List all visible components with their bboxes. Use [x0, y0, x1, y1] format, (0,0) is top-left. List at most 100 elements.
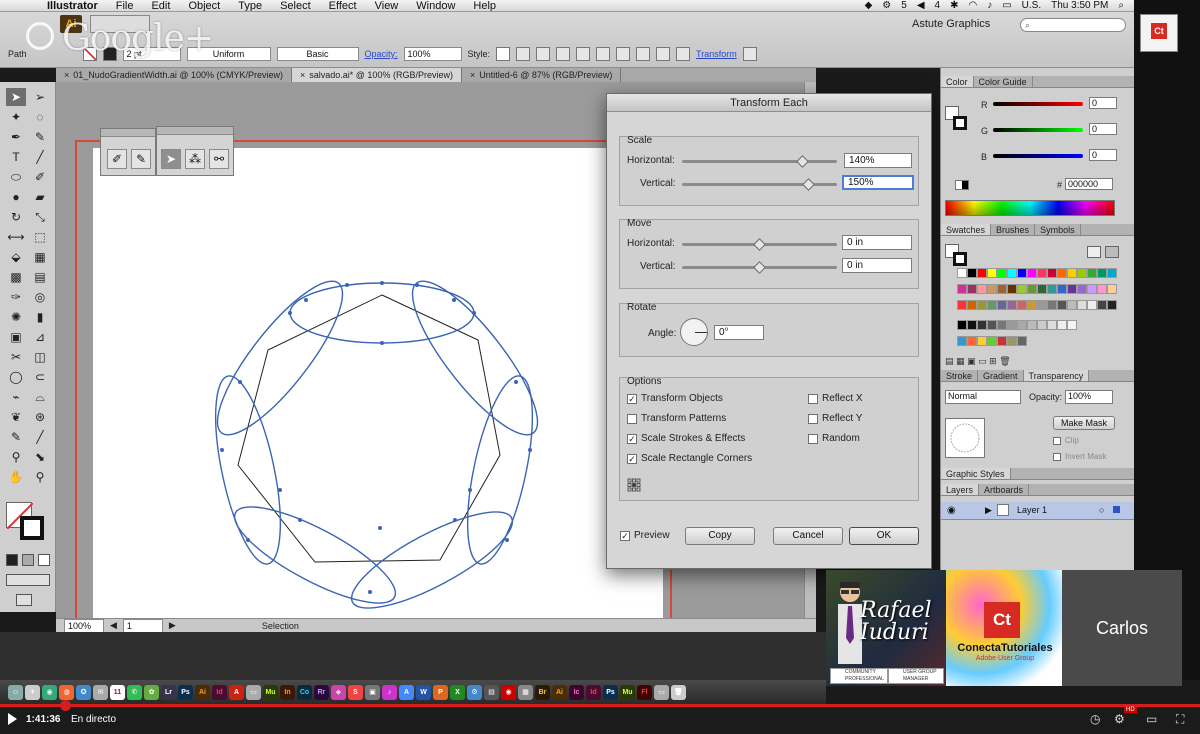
swatch[interactable] — [1087, 268, 1097, 278]
grid-view-icon[interactable] — [1105, 246, 1119, 258]
tab-brushes[interactable]: Brushes — [991, 224, 1036, 235]
swatch[interactable] — [1007, 336, 1017, 346]
dock-trash-icon[interactable]: 🗑 — [671, 684, 686, 700]
copy-button[interactable]: Copy — [685, 527, 755, 545]
dock-firefox-icon[interactable]: ◍ — [59, 684, 74, 700]
dock-excel-icon[interactable]: X — [450, 684, 465, 700]
dock-appstore-icon[interactable]: A — [399, 684, 414, 700]
swatch[interactable] — [1067, 268, 1077, 278]
swatch[interactable] — [977, 284, 987, 294]
brush-icon[interactable]: ✎ — [131, 149, 151, 169]
swatch[interactable] — [1027, 320, 1037, 330]
perspective-tool-icon[interactable]: ▦ — [30, 248, 50, 266]
play-icon[interactable] — [8, 713, 17, 725]
type-tool-icon[interactable]: T — [6, 148, 26, 166]
locale-label[interactable]: U.S. — [1022, 0, 1041, 11]
dock-launchpad-icon[interactable]: ✈ — [25, 684, 40, 700]
selection-indicator[interactable] — [1113, 506, 1120, 513]
swatch[interactable] — [1107, 284, 1117, 294]
ellipse-ring[interactable] — [210, 270, 550, 610]
black-white-icon[interactable] — [955, 180, 969, 190]
current-tool-label[interactable]: Selection — [262, 621, 299, 631]
swatch[interactable] — [977, 300, 987, 310]
lasso-tool-icon[interactable]: ◌ — [30, 108, 50, 126]
swatch[interactable] — [1077, 284, 1087, 294]
swatch[interactable] — [987, 268, 997, 278]
style-swatch[interactable] — [496, 47, 511, 61]
menu-type[interactable]: Type — [229, 0, 271, 11]
pen-tool-icon[interactable]: ✒ — [6, 128, 26, 146]
swatch[interactable] — [987, 300, 997, 310]
preview-checkbox[interactable]: ✓ Preview — [620, 530, 670, 541]
isolate-icon[interactable] — [742, 47, 757, 61]
reference-point-icon[interactable] — [627, 478, 641, 492]
heptagon-path[interactable] — [237, 294, 501, 563]
dock-illustrator-icon[interactable]: Ai — [195, 684, 210, 700]
color-mode-button[interactable] — [6, 554, 18, 566]
group-circles-icon[interactable]: ⁂ — [185, 149, 205, 169]
invert-mask-checkbox[interactable]: Invert Mask — [1053, 452, 1106, 461]
eyedropper-tool-icon[interactable]: ✑ — [6, 288, 26, 306]
brush-tool-icon[interactable]: ✐ — [30, 168, 50, 186]
align-left-icon[interactable] — [536, 47, 551, 61]
tab-symbols[interactable]: Symbols — [1035, 224, 1081, 235]
swatch[interactable] — [1027, 268, 1037, 278]
align-top-icon[interactable] — [596, 47, 611, 61]
move-horizontal-thumb[interactable] — [752, 238, 766, 251]
swatch[interactable] — [977, 336, 987, 346]
astute-tool5-icon[interactable]: ⌁ — [6, 388, 26, 406]
dock-incopy-icon[interactable]: In — [280, 684, 295, 700]
swatch[interactable] — [997, 284, 1007, 294]
b-field[interactable]: 0 — [1089, 149, 1117, 161]
opacity-link[interactable]: Opacity: — [365, 49, 398, 59]
align-center-icon[interactable] — [556, 47, 571, 61]
opacity-field[interactable]: 100% — [1065, 390, 1113, 404]
swatch[interactable] — [1007, 320, 1017, 330]
swatch[interactable] — [957, 268, 967, 278]
free-transform-tool-icon[interactable]: ⬚ — [30, 228, 50, 246]
zoom-field[interactable]: 100% — [64, 618, 104, 633]
swatch[interactable] — [1077, 300, 1087, 310]
dock-lightroom-icon[interactable]: Lr — [161, 684, 176, 700]
dock-app2-icon[interactable]: ▭ — [246, 684, 261, 700]
dock-acrobat-icon[interactable]: A — [229, 684, 244, 700]
swatch[interactable] — [1037, 284, 1047, 294]
astute-tool2-icon[interactable]: ◫ — [30, 348, 50, 366]
r-slider[interactable] — [993, 102, 1083, 106]
swatch[interactable] — [1067, 320, 1077, 330]
swatch[interactable] — [1057, 320, 1067, 330]
layer-name[interactable]: Layer 1 — [1017, 505, 1047, 515]
swatch[interactable] — [1037, 320, 1047, 330]
scale-vertical-thumb[interactable] — [802, 178, 815, 191]
dock-word-icon[interactable]: W — [416, 684, 431, 700]
nodes-icon[interactable]: ⚯ — [209, 149, 229, 169]
tab-document-1[interactable]: × 01_NudoGradientWidth.ai @ 100% (CMYK/Pr… — [56, 68, 292, 82]
swatch[interactable] — [967, 300, 977, 310]
screen-mode-button[interactable] — [16, 594, 32, 606]
astute-tool6-icon[interactable]: ⌓ — [30, 388, 50, 406]
tab-gradient[interactable]: Gradient — [978, 370, 1024, 381]
scale-horizontal-field[interactable]: 140% — [844, 153, 912, 168]
scale-strokes-checkbox[interactable]: ✓ Scale Strokes & Effects — [627, 433, 745, 444]
menu-effect[interactable]: Effect — [320, 0, 366, 11]
swatch[interactable] — [1047, 268, 1057, 278]
tab-transparency[interactable]: Transparency — [1023, 370, 1090, 381]
move-vertical-field[interactable]: 0 in — [842, 258, 912, 273]
swatch[interactable] — [1037, 268, 1047, 278]
astute-tool9-icon[interactable]: ✎ — [6, 428, 26, 446]
swatch[interactable] — [1047, 320, 1057, 330]
artboard-number-field[interactable]: 1 — [122, 618, 163, 633]
sound-icon[interactable]: ♪ — [987, 0, 992, 11]
swatch[interactable] — [1097, 268, 1107, 278]
menu-object[interactable]: Object — [179, 0, 229, 11]
dock-photoshop2-icon[interactable]: Ps — [603, 684, 618, 700]
visibility-eye-icon[interactable]: ◉ — [947, 505, 956, 516]
clock[interactable]: Thu 3:50 PM — [1051, 0, 1108, 11]
panel-grip[interactable] — [101, 129, 155, 137]
menu-file[interactable]: File — [107, 0, 143, 11]
layer-row[interactable]: ◉ ▶ Layer 1 ○ — [941, 502, 1135, 520]
swatch[interactable] — [967, 320, 977, 330]
close-icon[interactable]: × — [300, 70, 305, 80]
scale-vertical-field[interactable]: 150% — [842, 175, 914, 190]
artwork-heptagon-ellipses[interactable] — [210, 270, 550, 610]
